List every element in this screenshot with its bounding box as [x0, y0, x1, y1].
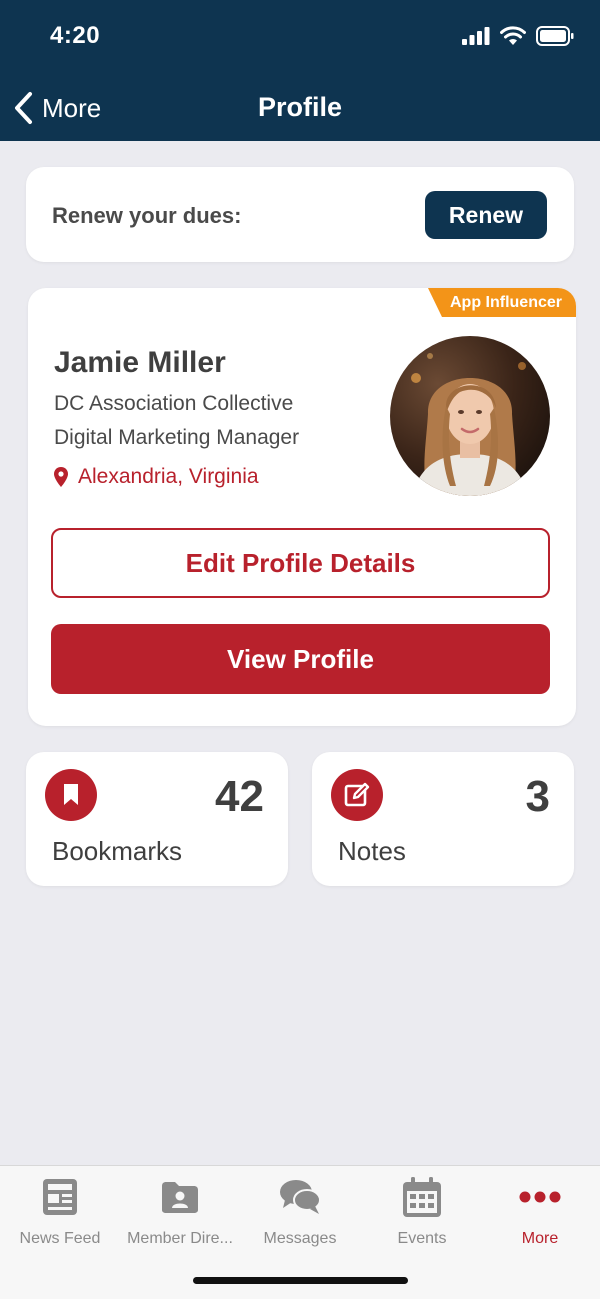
- member-folder-icon: [120, 1176, 240, 1218]
- status-icons: [462, 26, 574, 46]
- bookmarks-card[interactable]: 42 Bookmarks: [26, 752, 288, 886]
- avatar: [390, 336, 550, 496]
- tab-label-events: Events: [397, 1230, 447, 1247]
- profile-card: App Influencer Jamie Miller DC Associati…: [28, 288, 576, 726]
- profile-name: Jamie Miller: [54, 346, 226, 379]
- chat-bubbles-icon: [240, 1176, 360, 1218]
- calendar-icon: [362, 1176, 482, 1218]
- profile-location: Alexandria, Virginia: [54, 465, 259, 489]
- location-text: Alexandria, Virginia: [78, 465, 259, 488]
- bookmarks-label: Bookmarks: [52, 836, 183, 866]
- page-title: Profile: [257, 92, 343, 122]
- tab-label-messages: Messages: [263, 1230, 337, 1247]
- notes-card[interactable]: 3 Notes: [312, 752, 574, 886]
- wifi-icon: [500, 26, 526, 45]
- more-dots-icon: [480, 1176, 600, 1218]
- tab-events[interactable]: Events: [362, 1176, 482, 1256]
- profile-job-title: Digital Marketing Manager: [54, 426, 300, 449]
- map-pin-icon: [54, 467, 68, 487]
- tab-member-directory[interactable]: Member Dire...: [120, 1176, 240, 1256]
- tab-more[interactable]: More: [480, 1176, 600, 1256]
- tab-news-feed[interactable]: News Feed: [0, 1176, 120, 1256]
- renew-button[interactable]: Renew: [425, 191, 547, 239]
- renew-dues-text: Renew your dues:: [52, 203, 242, 228]
- bookmark-icon: [45, 769, 97, 821]
- status-time: 4:20: [50, 22, 101, 49]
- top-bar: 4:20 More Profile: [0, 0, 600, 141]
- view-profile-button[interactable]: View Profile: [51, 624, 550, 694]
- tab-label-news-feed: News Feed: [19, 1230, 101, 1247]
- home-indicator: [193, 1277, 408, 1284]
- status-badge: App Influencer: [427, 288, 576, 317]
- notes-count: 3: [525, 772, 550, 821]
- tab-label-more: More: [521, 1230, 559, 1247]
- notes-label: Notes: [338, 836, 406, 866]
- edit-note-icon: [331, 769, 383, 821]
- newspaper-icon: [0, 1176, 120, 1218]
- battery-icon: [536, 26, 574, 46]
- cellular-signal-icon: [462, 27, 490, 45]
- renew-dues-card: Renew your dues: Renew: [26, 167, 574, 262]
- edit-profile-button[interactable]: Edit Profile Details: [51, 528, 550, 598]
- tab-label-member-directory: Member Dire...: [127, 1230, 233, 1247]
- bookmarks-count: 42: [215, 772, 264, 821]
- profile-organization: DC Association Collective: [54, 392, 294, 415]
- tab-messages[interactable]: Messages: [240, 1176, 360, 1256]
